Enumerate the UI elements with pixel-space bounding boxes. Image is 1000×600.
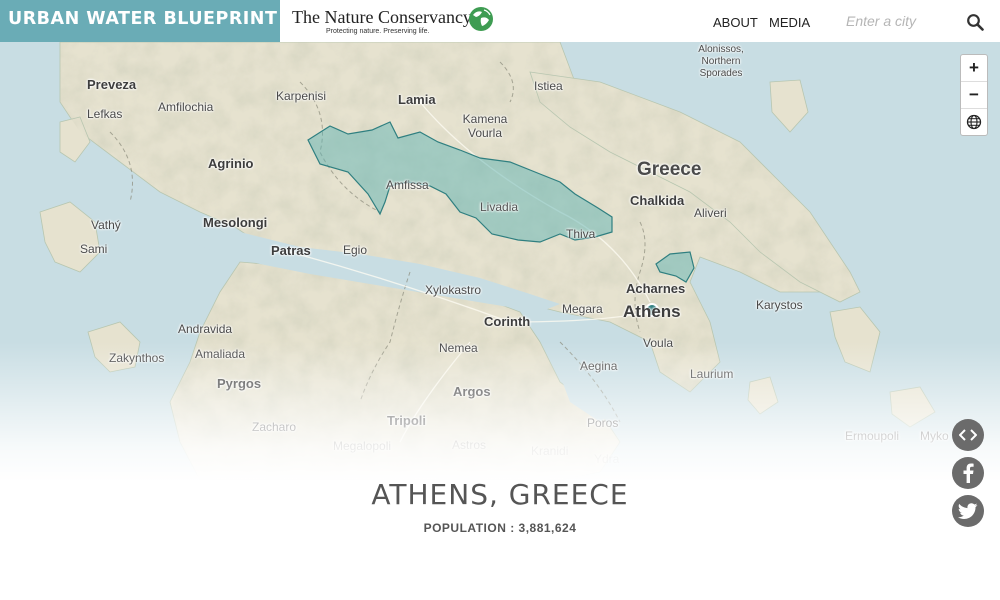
place-label: Amfilochia: [158, 100, 214, 114]
place-label: Alonissos, Northern Sporades: [698, 44, 744, 79]
partner-tagline: Protecting nature. Preserving life.: [326, 28, 430, 35]
place-label: Argos: [453, 384, 491, 399]
place-label: Thiva: [566, 227, 596, 241]
place-label: Nemea: [439, 341, 478, 355]
place-label: Mesolongi: [203, 215, 268, 230]
place-label: Lefkas: [87, 107, 123, 121]
place-label: Megara: [562, 302, 603, 316]
place-label: Corinth: [484, 314, 531, 329]
place-label: Agrinio: [208, 156, 254, 171]
partner-name: The Nature Conservancy: [292, 7, 472, 27]
place-label: Xylokastro: [425, 283, 482, 297]
partner-globe-icon: [469, 7, 493, 31]
globe-icon: [966, 114, 982, 130]
place-label: Tripoli: [387, 413, 426, 428]
place-label: Chalkida: [630, 193, 685, 208]
nav-about[interactable]: ABOUT: [713, 15, 758, 30]
place-label: Livadia: [480, 200, 519, 214]
place-label: Egio: [343, 243, 368, 257]
place-label: Vathý: [91, 218, 121, 232]
place-label: Andravida: [178, 322, 233, 336]
place-label: Kranidi: [531, 444, 569, 458]
city-title: ATHENS, GREECE: [371, 478, 629, 511]
place-label: Aliveri: [694, 206, 727, 220]
place-label: Acharnes: [626, 281, 686, 296]
place-label: Amfissa: [386, 178, 429, 192]
city-search-input[interactable]: [840, 9, 972, 33]
place-label: Voula: [643, 336, 674, 350]
zoom-in-button[interactable]: +: [961, 55, 987, 82]
place-label: Sami: [80, 242, 108, 256]
nav-media[interactable]: MEDIA: [769, 15, 810, 30]
place-label: Greece: [637, 159, 702, 180]
place-label: Myko: [920, 429, 949, 443]
place-label: Kamena Vourla: [462, 112, 508, 140]
code-icon: [959, 429, 977, 441]
embed-button[interactable]: [952, 419, 984, 451]
basemap-toggle-button[interactable]: [961, 109, 987, 135]
brand-logo[interactable]: URBAN WATER BLUEPRINT: [0, 0, 280, 42]
place-label: Lamia: [398, 92, 436, 107]
place-label: Amaliada: [195, 347, 246, 361]
basemap: [0, 42, 1000, 480]
population-text: POPULATION : 3,881,624: [423, 521, 577, 535]
place-label: Preveza: [87, 77, 137, 92]
place-label: Athens: [623, 302, 681, 321]
place-label: Ydra: [594, 452, 620, 466]
header: URBAN WATER BLUEPRINT The Nature Conserv…: [0, 0, 1000, 42]
place-label: Patras: [271, 243, 311, 258]
place-label: Megalopoli: [333, 439, 392, 453]
partner-logo[interactable]: The Nature Conservancy Protecting nature…: [292, 5, 502, 39]
search-icon[interactable]: [966, 13, 984, 31]
place-label: Laurium: [690, 367, 734, 381]
place-label: Karpenisi: [276, 89, 327, 103]
place-label: Karystos: [756, 298, 803, 312]
map-controls: + −: [960, 54, 988, 136]
zoom-out-button[interactable]: −: [961, 82, 987, 109]
place-label: Aegina: [580, 359, 618, 373]
place-label: Poros: [587, 416, 619, 430]
brand-title: URBAN WATER BLUEPRINT: [8, 9, 278, 29]
map[interactable]: Preveza Lefkas Amfilochia Karpenisi Lami…: [0, 42, 1000, 480]
place-label: Istiea: [534, 79, 563, 93]
place-label: Pyrgos: [217, 376, 262, 391]
place-label: Astros: [452, 438, 487, 452]
place-label: Zacharo: [252, 420, 297, 434]
place-label: Zakynthos: [109, 351, 165, 365]
place-label: Ermoupoli: [845, 429, 900, 443]
